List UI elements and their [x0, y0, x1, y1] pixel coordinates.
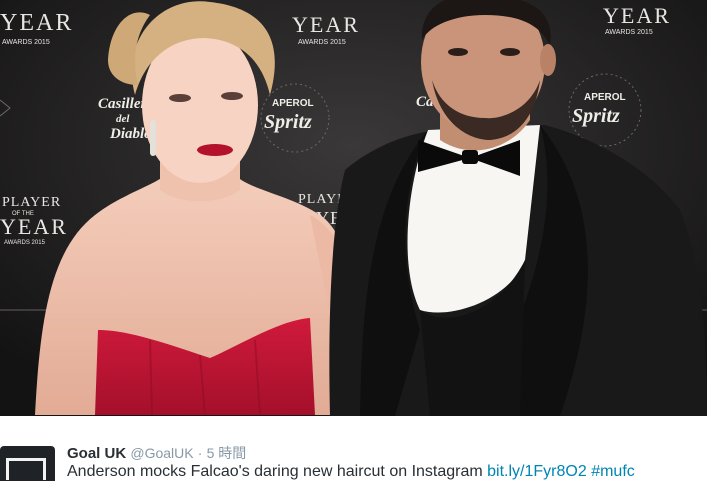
backdrop-year-right: YEAR — [603, 3, 671, 28]
backdrop-awards-right: AWARDS 2015 — [605, 29, 653, 36]
backdrop-year-center: YEAR — [292, 12, 360, 37]
backdrop-player-left: PLAYER — [2, 195, 61, 210]
backdrop-aperol-2: APEROL — [584, 92, 626, 103]
tweet-link[interactable]: bit.ly/1Fyr8O2 — [487, 463, 587, 480]
backdrop-awards-left2: AWARDS 2015 — [4, 240, 46, 246]
hashtag-link[interactable]: #mufc — [591, 463, 635, 480]
author-name[interactable]: Goal UK — [67, 445, 126, 462]
backdrop-year-left: YEAR — [0, 10, 73, 36]
backdrop-aperol-1: APEROL — [272, 98, 314, 109]
avatar[interactable] — [0, 446, 55, 481]
tweet-text: Anderson mocks Falcao's daring new hairc… — [67, 463, 635, 481]
tweet-body-text: Anderson mocks Falcao's daring new hairc… — [67, 463, 488, 480]
tweet-header: Goal UK @GoalUK · 5 時間 — [67, 443, 246, 463]
backdrop-spritz-2: Spritz — [572, 105, 620, 127]
backdrop-del-1: del — [116, 113, 130, 125]
tweet: Goal UK @GoalUK · 5 時間 Anderson mocks Fa… — [0, 416, 707, 481]
timestamp[interactable]: 5 時間 — [207, 445, 247, 461]
author-handle[interactable]: @GoalUK — [130, 445, 193, 461]
backdrop-spritz-1: Spritz — [264, 111, 312, 133]
tweet-photo[interactable]: YEAR AWARDS 2015 YEAR AWARDS 2015 YEAR A… — [0, 0, 707, 416]
backdrop-awards-left: AWARDS 2015 — [2, 39, 50, 46]
separator: · — [197, 445, 203, 461]
backdrop-year-left2: YEAR — [0, 214, 68, 239]
goal-logo-icon — [6, 458, 46, 480]
backdrop-awards-center: AWARDS 2015 — [298, 39, 346, 46]
